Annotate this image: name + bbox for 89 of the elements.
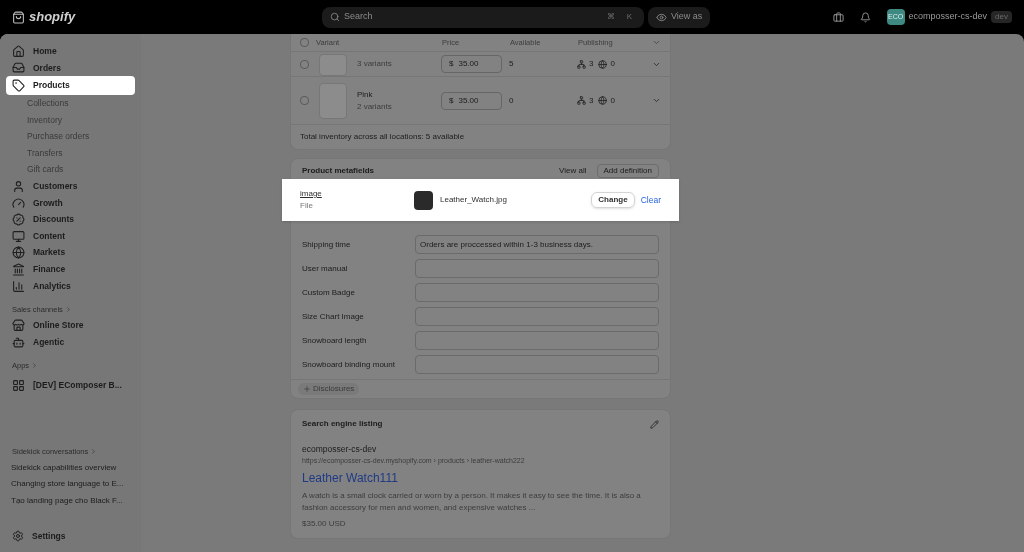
store-icon — [12, 319, 25, 333]
store-name[interactable]: ecomposser-cs-dev — [908, 10, 988, 24]
channel-count: 3 — [589, 58, 594, 70]
sidebar-item[interactable]: Agentic — [6, 333, 135, 351]
price-field[interactable]: $ 35.00 — [441, 55, 502, 73]
robot-icon — [12, 335, 25, 349]
home-icon — [12, 44, 25, 58]
sidebar-item[interactable]: Settings — [6, 528, 135, 544]
conversation-item[interactable]: Changing store language to E... — [6, 475, 135, 493]
row-checkbox[interactable] — [300, 59, 309, 69]
input-field[interactable] — [415, 331, 659, 350]
chevron-right-icon — [31, 362, 39, 369]
chevron-down-icon[interactable] — [652, 38, 661, 47]
globe-icon — [12, 246, 25, 260]
input-field[interactable] — [415, 307, 659, 326]
app-icon — [12, 379, 25, 393]
pencil-icon[interactable] — [650, 419, 659, 429]
market-count: 0 — [610, 94, 616, 107]
sidebar-item[interactable]: Customers — [6, 178, 135, 195]
sidebar-item[interactable]: Home — [6, 43, 135, 60]
card-title: Search engine listing — [302, 418, 384, 430]
change-button[interactable]: Change — [591, 192, 635, 208]
sidebar-item[interactable]: Transfers — [6, 144, 135, 162]
available-count: 5 — [509, 58, 515, 70]
field-label: Snowboard binding mount — [302, 358, 396, 371]
eye-icon — [656, 11, 667, 23]
globe-icon — [598, 96, 608, 105]
logo-text: shopify — [29, 8, 76, 27]
input-field[interactable] — [415, 355, 659, 374]
input-field[interactable] — [415, 283, 659, 302]
card-title: Product metafields — [302, 164, 375, 177]
discount-icon — [12, 213, 25, 227]
search-icon — [330, 12, 340, 22]
sidebar-item[interactable]: Products — [6, 76, 135, 96]
available-count: 0 — [509, 94, 515, 107]
select-all-checkbox[interactable] — [300, 38, 309, 47]
field-label: Snowboard length — [302, 334, 368, 347]
sidebar-item[interactable]: Online Store — [6, 317, 135, 334]
shopping-bag-logo-icon — [12, 10, 25, 24]
chevron-right-icon — [90, 447, 98, 455]
inbox-icon — [12, 61, 25, 75]
settings-icon — [12, 530, 24, 542]
sidebar-item[interactable]: [DEV] EComposer B... — [6, 377, 135, 395]
store-name: ecomposser-cs-dev — [302, 443, 378, 456]
field-label: User manual — [302, 262, 349, 275]
bank-icon — [12, 262, 25, 276]
tag-icon — [12, 79, 25, 93]
row-checkbox[interactable] — [300, 96, 309, 105]
gauge-icon — [12, 196, 25, 210]
channel-count: 3 — [589, 94, 594, 107]
plus-icon — [303, 385, 311, 393]
sidebar-item[interactable]: Markets — [6, 244, 135, 262]
field-label: image — [300, 188, 323, 200]
price-field[interactable]: $ 35.00 — [441, 91, 502, 110]
market-count: 0 — [610, 58, 616, 70]
file-name: Leather_Watch.jpg — [440, 194, 508, 206]
sidebar-item[interactable]: Finance — [6, 261, 135, 278]
add-definition-button[interactable]: Add definition — [596, 163, 659, 178]
input-field[interactable] — [415, 259, 659, 278]
input-field[interactable]: Orders are proccessed within 1-3 business days. — [415, 235, 659, 254]
field-label: Shipping time — [302, 238, 352, 251]
field-label: Size Chart Image — [302, 310, 365, 323]
conversation-item[interactable]: Tạo landing page cho Black F... — [6, 492, 135, 509]
field-label: Custom Badge — [302, 286, 356, 299]
network-icon — [577, 59, 586, 69]
view-all-link[interactable]: View all — [559, 164, 587, 177]
view-as-button[interactable]: View as — [648, 6, 711, 28]
briefcase-icon[interactable] — [832, 11, 844, 23]
person-icon — [12, 179, 25, 193]
sidebar-item[interactable]: Content — [6, 227, 135, 245]
page-title: Leather Watch111 — [302, 470, 399, 488]
sidebar-item[interactable]: Orders — [6, 59, 135, 77]
bar-chart-icon — [12, 279, 25, 293]
sidebar-item[interactable]: Discounts — [6, 211, 135, 228]
network-icon — [577, 96, 586, 105]
clear-link[interactable]: Clear — [640, 193, 661, 207]
photo-placeholder — [414, 190, 433, 210]
shortcut-key: ⌘ — [602, 11, 619, 23]
globe-icon — [598, 59, 608, 69]
sidebar-item[interactable]: Analytics — [6, 277, 135, 295]
chevron-right-icon — [64, 305, 72, 313]
field-type: File — [300, 200, 314, 212]
sidebar-item[interactable]: Growth — [6, 194, 135, 212]
monitor-icon — [12, 229, 25, 243]
conversation-item[interactable]: Sidekick capabilities overview — [6, 459, 135, 476]
inventory-total: Total inventory across all locations: 5 available — [299, 131, 466, 143]
variant-name: Pink — [357, 88, 374, 101]
bell-icon[interactable] — [859, 11, 871, 23]
chevron-down-icon[interactable] — [652, 96, 661, 105]
